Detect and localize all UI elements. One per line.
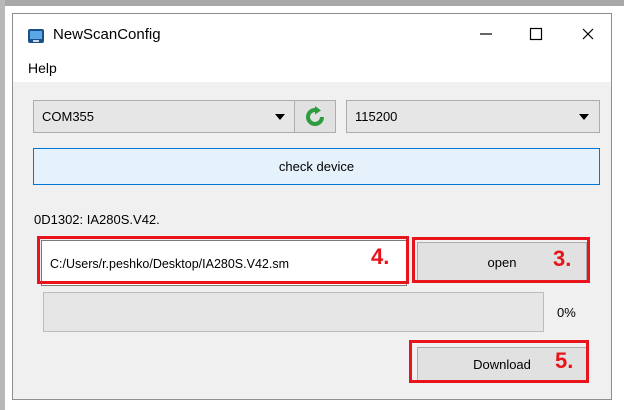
check-device-button[interactable]: check device (33, 148, 600, 185)
port-select-value: COM355 (42, 109, 95, 124)
port-select[interactable]: COM355 (33, 100, 296, 133)
chevron-down-icon (275, 114, 285, 120)
baud-rate-select[interactable]: 115200 (346, 100, 600, 133)
close-button[interactable] (565, 18, 611, 50)
device-info-label: 0D1302: IA280S.V42. (34, 212, 160, 227)
minimize-button[interactable] (463, 18, 509, 50)
callout-label-open: 3. (553, 246, 572, 271)
callout-box-path (37, 236, 409, 284)
app-icon (28, 29, 44, 43)
callout-label-download: 5. (555, 348, 574, 373)
baud-rate-value: 115200 (355, 109, 398, 124)
close-icon (582, 28, 594, 40)
background-edge-top (0, 0, 624, 6)
menu-item-help[interactable]: Help (28, 60, 57, 76)
minimize-icon (480, 33, 492, 35)
progress-percent: 0% (557, 305, 576, 320)
progress-bar (43, 292, 544, 332)
refresh-icon (306, 105, 324, 126)
menu-bar: Help (13, 54, 611, 82)
chevron-down-icon (579, 114, 589, 120)
window-title: NewScanConfig (53, 26, 161, 43)
background-edge-left (0, 0, 5, 410)
maximize-icon (529, 27, 543, 41)
title-bar: NewScanConfig (13, 14, 611, 54)
refresh-ports-button[interactable] (294, 100, 336, 133)
callout-label-path: 4. (371, 244, 390, 269)
maximize-button[interactable] (513, 18, 559, 50)
